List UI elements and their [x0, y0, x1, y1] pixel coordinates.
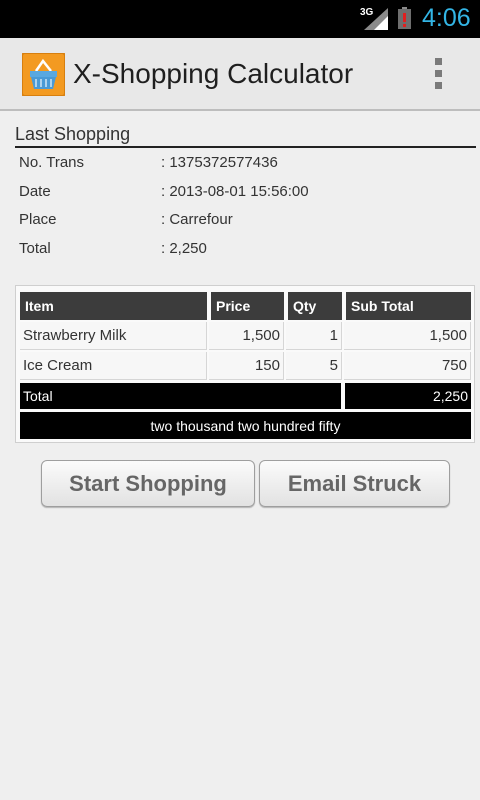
action-bar: X-Shopping Calculator [0, 38, 480, 111]
info-value: : 2013-08-01 15:56:00 [161, 183, 309, 200]
overflow-menu-icon[interactable] [426, 58, 450, 92]
table-cell-item: Strawberry Milk [20, 322, 207, 350]
info-label: Total [19, 240, 51, 257]
column-header-item: Item [20, 292, 207, 320]
table-cell-subtotal: 750 [344, 352, 471, 380]
overflow-dot [434, 70, 442, 77]
app-title: X-Shopping Calculator [73, 58, 354, 89]
overflow-dot [434, 82, 442, 89]
info-value: : 1375372577436 [161, 154, 278, 171]
info-value: : Carrefour [161, 211, 233, 228]
divider [15, 146, 476, 148]
total-in-words: two thousand two hundred fifty [20, 412, 471, 439]
total-label: Total [20, 383, 341, 409]
signal-icon [364, 8, 388, 30]
info-label: Date [19, 183, 51, 200]
shopping-basket-icon[interactable] [22, 53, 65, 96]
info-label: Place [19, 211, 57, 228]
battery-alert-icon [398, 7, 411, 29]
column-header-subtotal: Sub Total [346, 292, 471, 320]
info-row-transaction: No. Trans : 1375372577436 [19, 154, 459, 176]
info-label: No. Trans [19, 154, 85, 171]
info-row-place: Place : Carrefour [19, 211, 459, 233]
overflow-dot [434, 58, 442, 65]
table-cell-subtotal: 1,500 [344, 322, 471, 350]
table-cell-price: 150 [209, 352, 284, 380]
section-heading: Last Shopping [15, 124, 131, 144]
column-header-qty: Qty [288, 292, 342, 320]
clock: 4:06 [422, 4, 471, 32]
info-row-total: Total : 2,250 [19, 240, 459, 262]
info-row-date: Date : 2013-08-01 15:56:00 [19, 183, 459, 205]
start-shopping-button[interactable]: Start Shopping [41, 460, 255, 507]
info-value: : 2,250 [161, 240, 207, 257]
table-cell-qty: 5 [286, 352, 342, 380]
status-bar: 3G 4:06 [0, 0, 480, 38]
table-cell-qty: 1 [286, 322, 342, 350]
total-value: 2,250 [345, 383, 471, 409]
email-struck-button[interactable]: Email Struck [259, 460, 450, 507]
table-cell-item: Ice Cream [20, 352, 207, 380]
column-header-price: Price [211, 292, 284, 320]
table-cell-price: 1,500 [209, 322, 284, 350]
